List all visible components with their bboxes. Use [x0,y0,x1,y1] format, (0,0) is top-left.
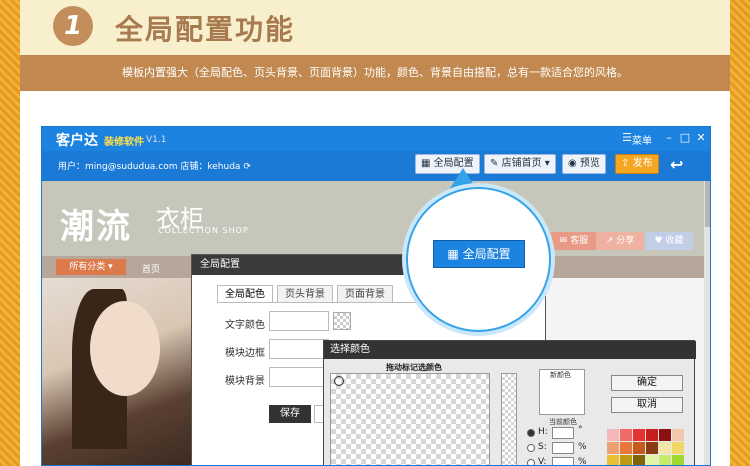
save-button[interactable]: 保存 [269,405,311,423]
menu-label[interactable]: 菜单 [632,132,652,147]
palette-swatch[interactable] [607,455,619,465]
palette-swatch[interactable] [646,455,658,465]
module-border-label: 模块边框 [225,348,265,359]
h-unit: ° [578,425,583,435]
shop-home-dropdown[interactable]: ✎ 店铺首页 ▾ [484,154,556,174]
back-icon[interactable]: ↩ [670,155,683,174]
app-brand: 客户达 [56,133,98,149]
preview-label: 预览 [579,158,600,169]
s-unit: % [578,442,587,452]
app-brand-sub: 装修软件 [104,137,144,148]
service-button[interactable]: ✉ 客服 [550,232,598,250]
publish-button[interactable]: ⇪ 发布 [615,154,659,174]
section-subtitle: 模板内置强大（全局配色、页头背景、页面背景）功能，颜色、背景自由搭配，总有一款适… [122,66,628,79]
service-label: 客服 [570,236,589,246]
cancel-button[interactable]: 取消 [611,397,683,413]
favorite-label: 收藏 [665,236,684,246]
module-bg-input[interactable] [269,367,329,387]
v-label: V: [538,457,547,466]
close-icon[interactable]: ✕ [694,131,708,145]
palette-swatch[interactable] [620,429,632,441]
callout-label: 全局配置 [462,247,511,261]
maximize-icon[interactable]: □ [678,131,692,145]
palette-swatch[interactable] [633,429,645,441]
share-label: 分享 [616,236,635,246]
module-border-input[interactable] [269,339,329,359]
palette-swatch[interactable] [646,442,658,454]
s-input[interactable] [552,442,574,454]
v-unit: % [578,457,587,466]
chat-icon: ✉ [559,236,568,246]
heart-icon: ♥ [654,236,663,246]
chevron-down-icon: ▾ [544,158,550,169]
config-icon: ▦ [447,247,459,261]
hue-slider[interactable] [501,373,517,465]
shop-logo: 潮流 [60,207,132,247]
app-version: V1.1 [146,135,167,145]
shop-home-label: 店铺首页 [501,158,542,169]
palette-swatch[interactable] [672,429,684,441]
module-bg-label: 模块背景 [225,376,265,387]
callout-global-config-button[interactable]: ▦ 全局配置 [433,240,525,268]
h-input[interactable] [552,427,574,439]
color-swatch[interactable] [333,312,351,330]
tab-page-bg[interactable]: 页面背景 [337,285,393,303]
palette-swatch[interactable] [620,455,632,465]
user-info-text: 用户：ming@sududua.com 店铺：kehuda [58,162,241,172]
section-title: 全局配置功能 [115,13,296,46]
saturation-value-area[interactable] [330,373,490,465]
app-window: 客户达 装修软件 V1.1 ☰ 菜单 – □ ✕ 用户：ming@sududua… [41,126,711,466]
shop-logo-en: COLLECTION SHOP [158,226,249,235]
new-color-label: 新颜色 [550,371,571,379]
preview-button[interactable]: ◉ 预览 [562,154,606,174]
picker-knob[interactable] [334,376,344,386]
share-button[interactable]: ↗ 分享 [596,232,644,250]
tab-header-bg[interactable]: 页头背景 [277,285,333,303]
share-icon: ↗ [605,236,614,246]
palette-swatch[interactable] [659,442,671,454]
picker-title: 选择颜色 [324,341,696,359]
palette-swatch[interactable] [659,455,671,465]
color-palette [607,429,691,465]
palette-swatch[interactable] [672,455,684,465]
step-badge: 1 [53,6,93,46]
v-radio[interactable] [527,459,535,465]
drag-tip: 拖动标记选颜色 [386,363,442,372]
refresh-icon[interactable]: ⟳ [243,162,251,172]
v-input[interactable] [552,457,574,465]
nav-all-categories[interactable]: 所有分类 ▾ [56,259,126,275]
eye-icon: ◉ [568,158,577,169]
text-color-input[interactable] [269,311,329,331]
palette-swatch[interactable] [633,455,645,465]
user-info: 用户：ming@sududua.com 店铺：kehuda ⟳ [58,159,251,172]
palette-swatch[interactable] [659,429,671,441]
palette-swatch[interactable] [607,442,619,454]
palette-swatch[interactable] [672,442,684,454]
palette-swatch[interactable] [607,429,619,441]
palette-swatch[interactable] [633,442,645,454]
palette-swatch[interactable] [620,442,632,454]
ok-button[interactable]: 确定 [611,375,683,391]
h-label: H: [538,427,548,437]
minimize-icon[interactable]: – [662,131,676,145]
text-color-label: 文字颜色 [225,320,265,331]
nav-home[interactable]: 首页 [142,262,160,275]
model-face [90,301,160,396]
upload-icon: ⇪ [621,158,630,169]
h-radio[interactable] [527,429,535,437]
config-icon: ▦ [421,158,431,169]
edit-icon: ✎ [490,158,499,169]
favorite-button[interactable]: ♥ 收藏 [645,232,693,250]
color-picker-dialog: 选择颜色 拖动标记选颜色 新颜色 当前颜色 H: ° S: % V: % 确定 … [323,340,696,466]
s-radio[interactable] [527,444,535,452]
palette-swatch[interactable] [646,429,658,441]
s-label: S: [538,442,547,452]
nav-category-label: 所有分类 [69,262,106,272]
publish-label: 发布 [632,158,653,169]
scrollbar-thumb[interactable] [705,181,710,227]
tab-global-color[interactable]: 全局配色 [217,285,273,303]
current-color-label: 当前颜色 [549,418,577,426]
